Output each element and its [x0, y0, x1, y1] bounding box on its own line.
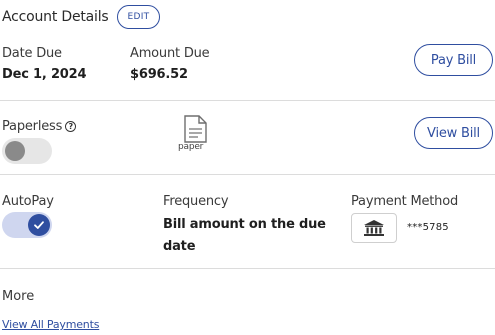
pay-bill-button[interactable]: Pay Bill — [414, 44, 493, 76]
view-all-payments-link[interactable]: View All Payments — [2, 318, 99, 331]
paperless-label-text: Paperless — [2, 119, 63, 134]
date-due-value: Dec 1, 2024 — [2, 67, 87, 82]
bank-icon — [364, 220, 384, 236]
payment-method-label: Payment Method — [351, 194, 459, 209]
more-label: More — [2, 289, 35, 304]
divider — [0, 100, 495, 101]
divider — [0, 174, 495, 175]
paperless-label: Paperless? — [2, 119, 77, 134]
page-title: Account Details — [2, 9, 109, 25]
amount-due-value: $696.52 — [130, 67, 188, 82]
amount-due-label: Amount Due — [130, 46, 210, 61]
view-bill-button[interactable]: View Bill — [414, 117, 493, 149]
account-mask: ***5785 — [407, 222, 449, 233]
autopay-label: AutoPay — [2, 194, 54, 209]
divider — [0, 268, 495, 269]
check-icon — [34, 221, 44, 229]
autopay-toggle[interactable] — [2, 212, 52, 238]
frequency-value: Bill amount on the due date — [163, 217, 326, 254]
toggle-knob — [28, 214, 50, 236]
frequency-label: Frequency — [163, 194, 229, 209]
paper-caption: paper — [178, 142, 204, 152]
toggle-knob — [5, 141, 25, 161]
edit-button[interactable]: EDIT — [116, 5, 161, 29]
help-icon[interactable]: ? — [65, 121, 77, 132]
payment-method-card[interactable] — [351, 213, 397, 243]
date-due-label: Date Due — [2, 46, 62, 61]
account-details-header: Account Details EDIT — [2, 3, 161, 31]
paperless-toggle[interactable] — [2, 138, 52, 164]
